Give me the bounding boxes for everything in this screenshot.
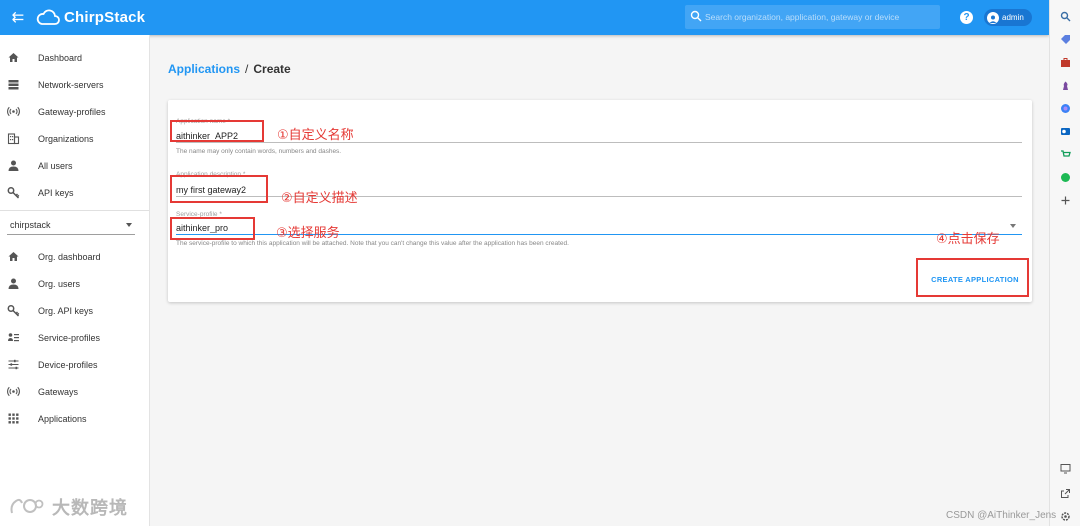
- key-icon: [7, 304, 20, 317]
- sidebar: Dashboard Network-servers Gateway-profil…: [0, 35, 150, 526]
- spotify-icon[interactable]: [1059, 171, 1071, 183]
- sidebar-item-label: API keys: [38, 187, 74, 198]
- sidebar-item-label: Device-profiles: [38, 359, 98, 370]
- home-icon: [7, 51, 20, 64]
- gear-icon[interactable]: [1059, 510, 1071, 522]
- sidebar-item-label: Org. API keys: [38, 305, 94, 316]
- account-circle-icon: [987, 11, 999, 24]
- person-icon: [7, 159, 20, 172]
- search-icon[interactable]: [1059, 10, 1071, 22]
- breadcrumb-applications-link[interactable]: Applications: [168, 62, 240, 76]
- add-icon[interactable]: [1059, 194, 1071, 206]
- sidebar-item-label: Network-servers: [38, 79, 104, 90]
- chevron-down-icon[interactable]: [1010, 224, 1016, 228]
- breadcrumb-separator: /: [245, 62, 249, 76]
- organization-select[interactable]: chirpstack: [7, 215, 135, 235]
- sidebar-item-service-profiles[interactable]: Service-profiles: [0, 324, 150, 351]
- building-icon: [7, 132, 20, 145]
- tag-icon[interactable]: [1059, 33, 1071, 45]
- annotation-box-save: [916, 258, 1029, 297]
- radio-tower-icon: [7, 105, 20, 118]
- sidebar-item-device-profiles[interactable]: Device-profiles: [0, 351, 150, 378]
- list-icon: [7, 331, 20, 344]
- sidebar-item-label: Dashboard: [38, 52, 83, 63]
- user-menu-button[interactable]: admin: [984, 9, 1032, 26]
- briefcase-icon[interactable]: [1059, 56, 1071, 68]
- application-name-helper: The name may only contain words, numbers…: [176, 148, 342, 155]
- app-bar: ⇇ ChirpStack ? admin: [0, 0, 1049, 35]
- annotation-box-name: [170, 120, 264, 142]
- sidebar-item-api-keys[interactable]: API keys: [0, 179, 150, 206]
- user-name: admin: [1002, 13, 1024, 22]
- person-icon: [7, 277, 20, 290]
- help-icon[interactable]: ?: [960, 11, 973, 24]
- sidebar-item-label: Gateways: [38, 386, 79, 397]
- cloud-icon: [36, 9, 60, 25]
- external-link-icon[interactable]: [1059, 487, 1071, 499]
- browser-side-panel: [1049, 0, 1080, 526]
- key-icon: [7, 186, 20, 199]
- sidebar-item-label: Organizations: [38, 133, 94, 144]
- sidebar-divider: [0, 210, 149, 211]
- sidebar-item-label: Org. dashboard: [38, 251, 101, 262]
- brand-logo[interactable]: ChirpStack: [36, 6, 145, 28]
- organization-select-value: chirpstack: [10, 220, 51, 230]
- annotation-box-description: [170, 175, 268, 203]
- sidebar-item-label: Applications: [38, 413, 87, 424]
- cart-icon[interactable]: [1059, 148, 1071, 160]
- annotation-step-1: ①自定义名称: [277, 128, 354, 143]
- sidebar-item-org-dashboard[interactable]: Org. dashboard: [0, 243, 150, 270]
- sidebar-item-label: Org. users: [38, 278, 81, 289]
- chevron-down-icon: [126, 223, 132, 227]
- watermark-text: 大数跨境: [52, 498, 128, 518]
- chess-icon[interactable]: [1059, 79, 1071, 91]
- grid-icon: [7, 412, 20, 425]
- search-input[interactable]: [705, 5, 935, 29]
- sidebar-item-network-servers[interactable]: Network-servers: [0, 71, 150, 98]
- service-profile-helper: The service-profile to which this applic…: [176, 240, 569, 247]
- breadcrumb: Applications / Create: [168, 62, 291, 76]
- search-icon: [690, 10, 702, 22]
- sidebar-item-label: Service-profiles: [38, 332, 101, 343]
- annotation-step-2: ②自定义描述: [281, 191, 358, 206]
- sidebar-item-org-api-keys[interactable]: Org. API keys: [0, 297, 150, 324]
- sidebar-item-applications[interactable]: Applications: [0, 405, 150, 432]
- screen-icon[interactable]: [1059, 462, 1071, 474]
- sidebar-item-organizations[interactable]: Organizations: [0, 125, 150, 152]
- sidebar-item-label: Gateway-profiles: [38, 106, 106, 117]
- server-icon: [7, 78, 20, 91]
- radio-tower-icon: [7, 385, 20, 398]
- sidebar-item-org-users[interactable]: Org. users: [0, 270, 150, 297]
- outlook-icon[interactable]: [1059, 125, 1071, 137]
- csdn-watermark: CSDN @AiThinker_Jens: [946, 510, 1057, 521]
- sidebar-item-gateways[interactable]: Gateways: [0, 378, 150, 405]
- watermark-logo: 大数跨境: [8, 494, 128, 520]
- brand-name: ChirpStack: [64, 8, 146, 26]
- copilot-icon[interactable]: [1059, 102, 1071, 114]
- annotation-step-3: ③选择服务: [276, 226, 340, 241]
- menu-collapse-icon[interactable]: ⇇: [9, 9, 27, 26]
- sidebar-item-gateway-profiles[interactable]: Gateway-profiles: [0, 98, 150, 125]
- sliders-icon: [7, 358, 20, 371]
- sidebar-item-dashboard[interactable]: Dashboard: [0, 44, 150, 71]
- watermark-icon: [10, 498, 44, 514]
- sidebar-item-all-users[interactable]: All users: [0, 152, 150, 179]
- home-icon: [7, 250, 20, 263]
- sidebar-item-label: All users: [38, 160, 73, 171]
- page-title: Create: [253, 62, 291, 76]
- annotation-step-4: ④点击保存: [936, 232, 1000, 247]
- annotation-box-service: [170, 217, 255, 240]
- global-search[interactable]: [685, 5, 940, 29]
